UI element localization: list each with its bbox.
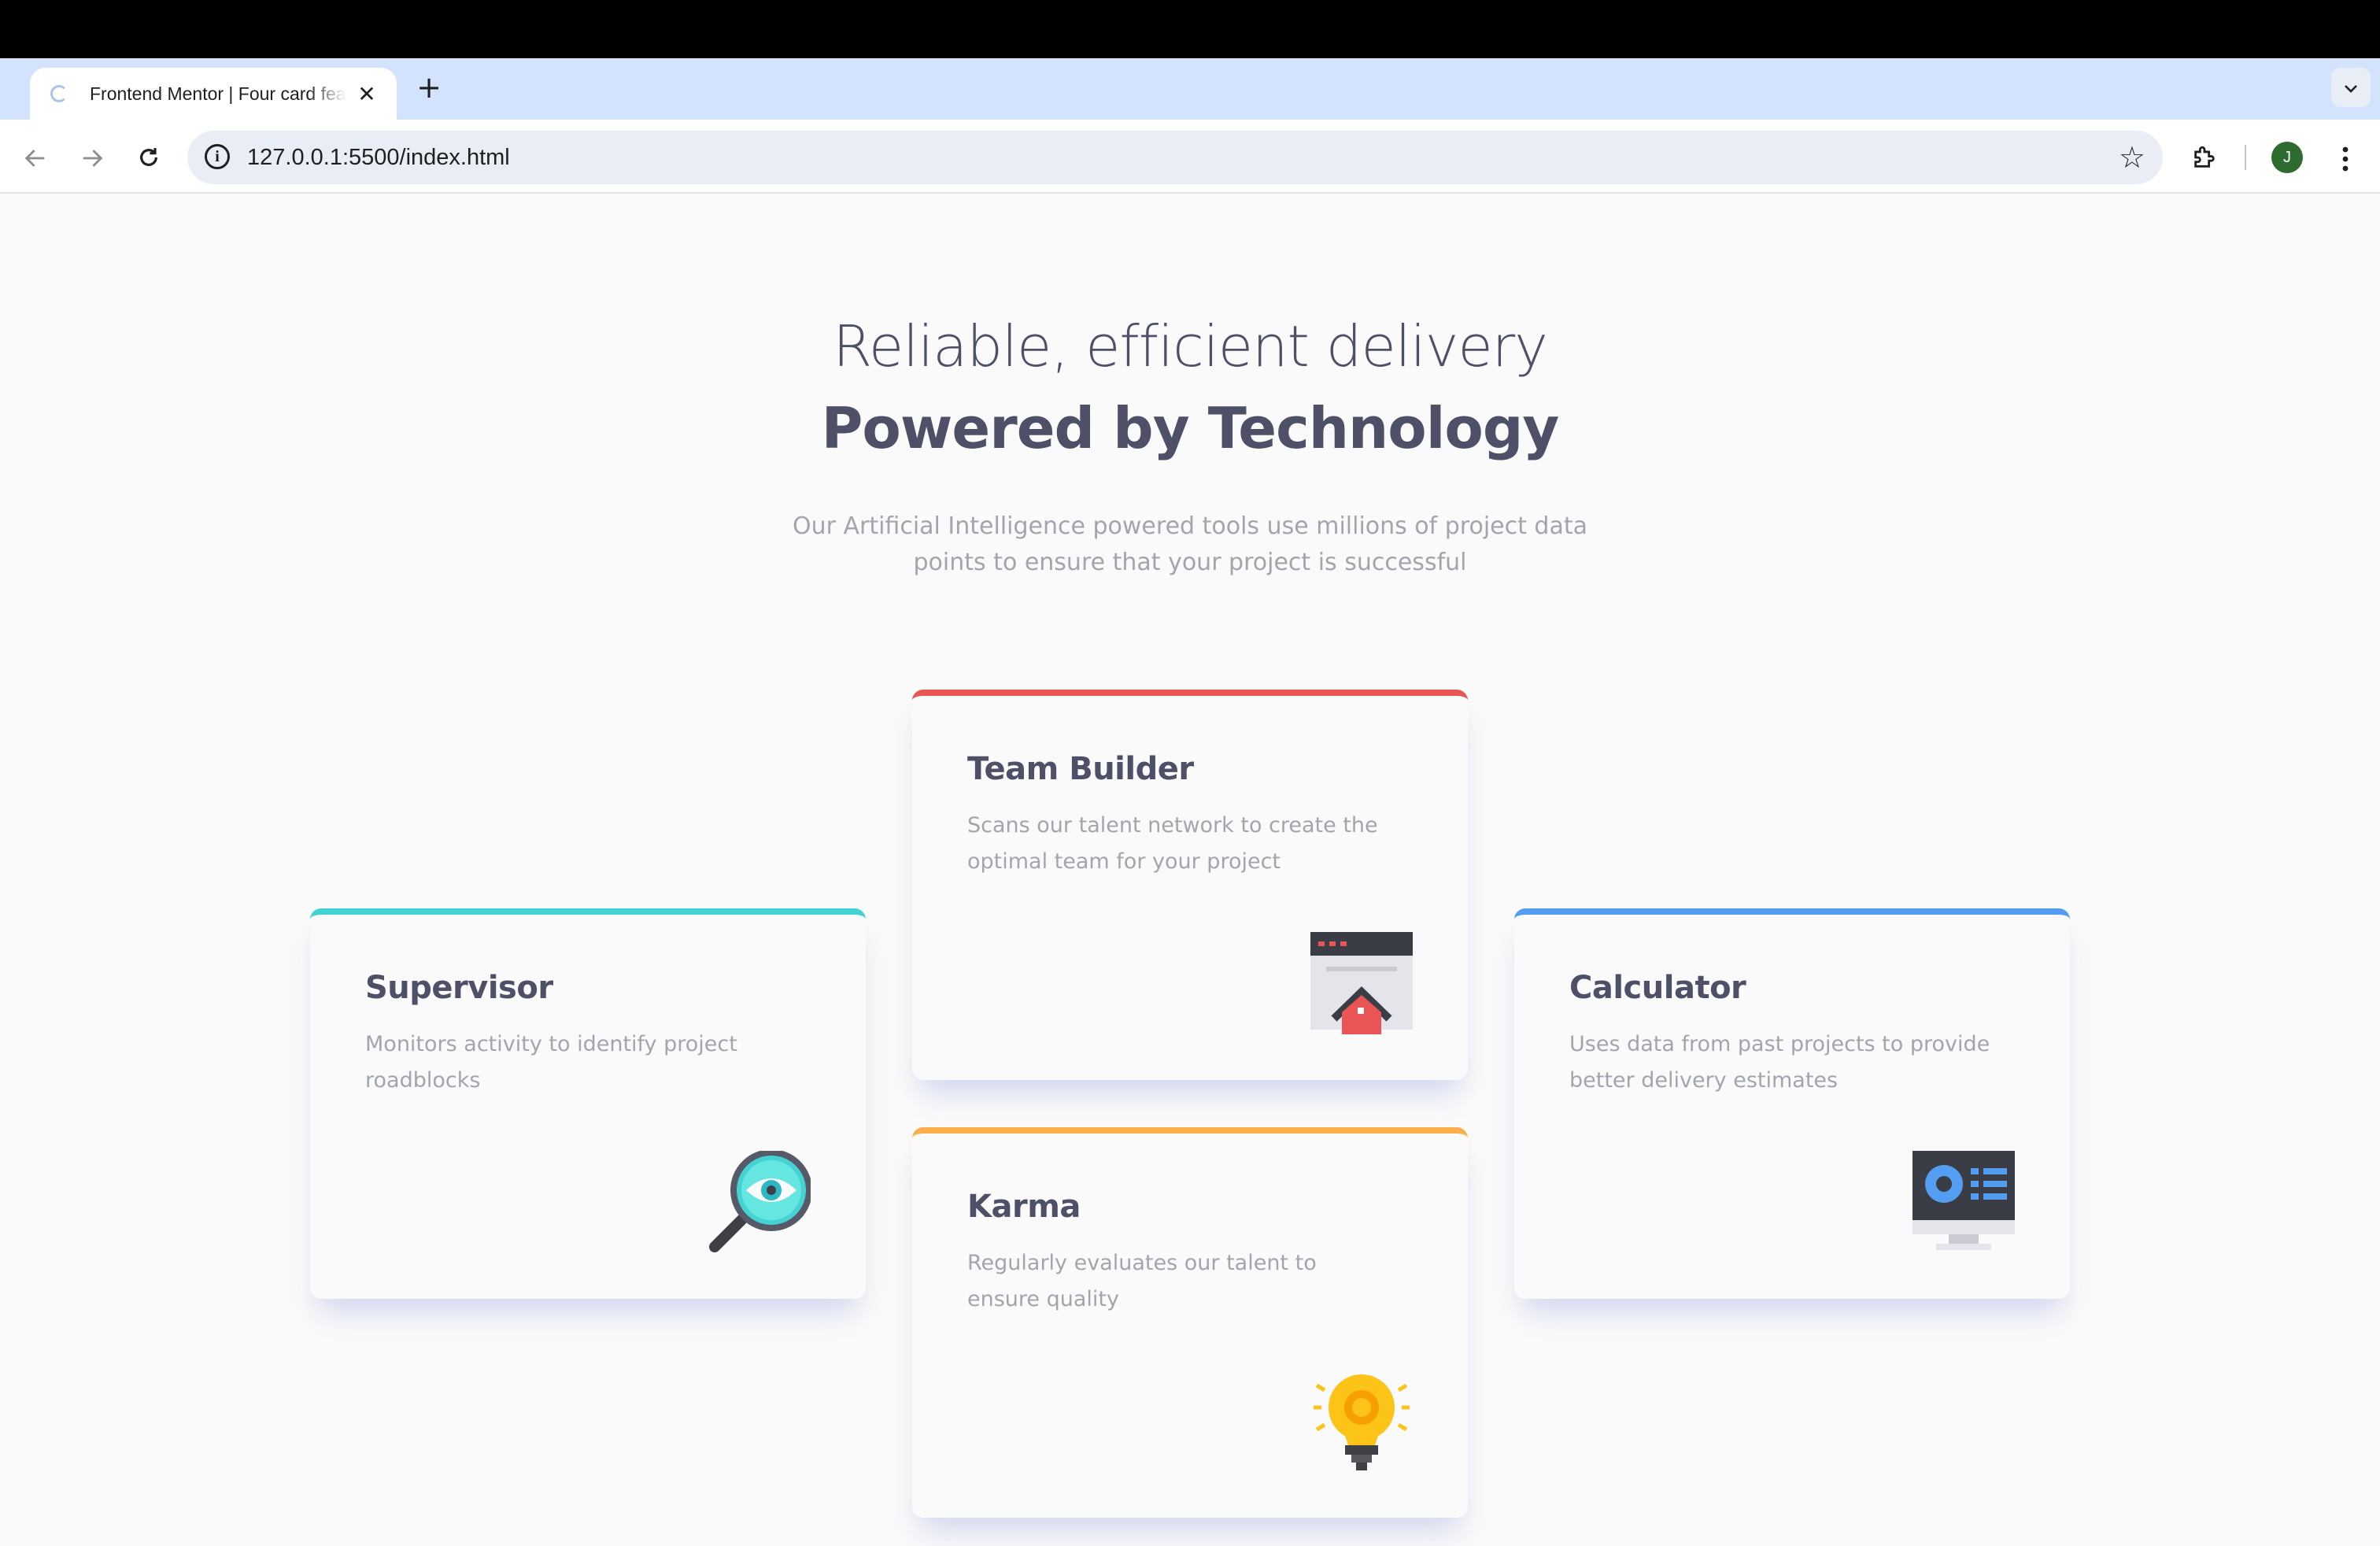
tab-close-icon[interactable]: ✕: [356, 81, 378, 107]
toolbar-divider: [2245, 145, 2246, 170]
card-karma: Karma Regularly evaluates our talent to …: [912, 1127, 1468, 1518]
monitor-chart-icon: [1913, 1151, 2015, 1250]
url-text[interactable]: 127.0.0.1:5500/index.html: [247, 131, 510, 184]
back-button[interactable]: [16, 137, 55, 176]
card-title: Supervisor: [365, 970, 553, 1006]
os-top-bar: [0, 0, 2380, 58]
card-text: Regularly evaluates our talent to ensure…: [967, 1251, 1317, 1311]
page-viewport: Reliable, efficient delivery Powered by …: [0, 194, 2380, 1546]
browser-tab-active[interactable]: Frontend Mentor | Four card feature sect…: [30, 68, 397, 120]
lightbulb-icon: [1314, 1374, 1410, 1470]
browser-toolbar: i 127.0.0.1:5500/index.html ☆ J: [0, 120, 2380, 194]
magnifier-eye-icon: [709, 1151, 811, 1252]
card-text: Scans our talent network to create the o…: [967, 813, 1378, 874]
arrow-left-icon: [24, 149, 45, 167]
tab-title: Frontend Mentor | Four card feature sect…: [90, 83, 346, 104]
browser-house-icon: [1310, 932, 1413, 1034]
arrow-right-icon: [83, 149, 103, 167]
card-supervisor: Supervisor Monitors activity to identify…: [310, 908, 866, 1299]
profile-avatar[interactable]: J: [2271, 142, 2303, 173]
card-text: Uses data from past projects to provide …: [1569, 1032, 1990, 1093]
chevron-down-icon: [2345, 85, 2357, 93]
card-calculator: Calculator Uses data from past projects …: [1514, 908, 2070, 1299]
tab-search-button[interactable]: [2331, 68, 2371, 107]
bookmark-star-icon[interactable]: ☆: [2119, 131, 2145, 184]
hero-title-bold: Powered by Technology: [821, 395, 1560, 461]
puzzle-icon: [2194, 146, 2215, 168]
address-bar[interactable]: i 127.0.0.1:5500/index.html ☆: [187, 131, 2163, 184]
hero-subtitle: Our Artificial Intelligence powered tool…: [792, 512, 1587, 576]
card-text: Monitors activity to identify project ro…: [365, 1032, 737, 1093]
tab-strip: Frontend Mentor | Four card feature sect…: [0, 58, 2380, 120]
card-title: Karma: [967, 1189, 1081, 1225]
card-team-builder: Team Builder Scans our talent network to…: [912, 690, 1468, 1080]
extensions-button[interactable]: [2186, 139, 2223, 175]
kebab-icon: [2342, 146, 2349, 171]
card-title: Team Builder: [967, 751, 1194, 787]
browser-menu-button[interactable]: [2330, 137, 2361, 176]
reload-button[interactable]: [129, 137, 168, 176]
loading-favicon-icon: [50, 85, 68, 102]
site-info-icon[interactable]: i: [205, 144, 230, 169]
forward-button[interactable]: [72, 137, 112, 176]
card-title: Calculator: [1569, 970, 1746, 1006]
reload-icon: [140, 148, 157, 166]
hero-title-light: Reliable, efficient delivery: [833, 313, 1548, 379]
new-tab-button[interactable]: +: [411, 69, 447, 105]
